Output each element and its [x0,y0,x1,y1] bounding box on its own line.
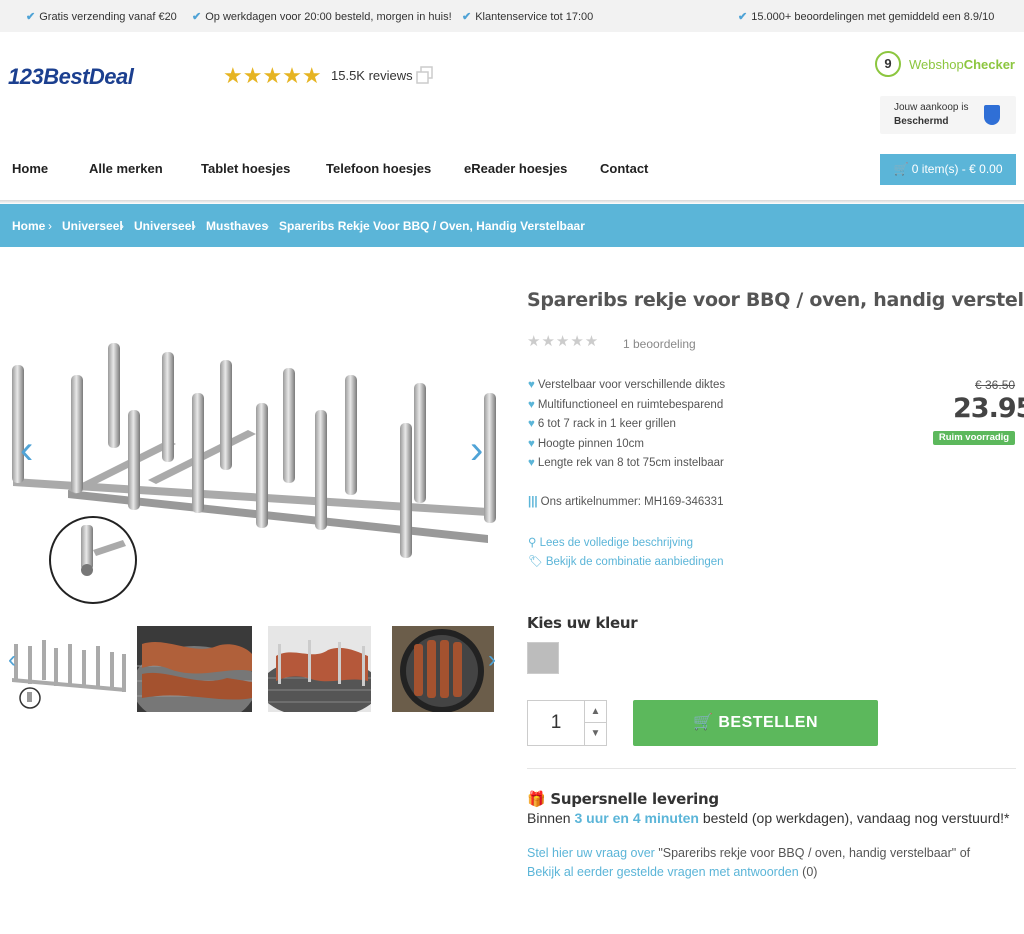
nav-tablet-cases[interactable]: Tablet hoesjes [201,161,290,176]
cart-button[interactable]: 🛒 0 item(s) - € 0.00 [880,154,1016,185]
copy-icon [416,66,433,84]
color-label: Kies uw kleur [527,614,638,632]
webshopchecker-score[interactable]: 9 [875,51,901,77]
ask-question-link[interactable]: Stel hier uw vraag over [527,846,655,860]
quantity-stepper[interactable]: 1 ▲ ▼ [527,700,607,746]
nav-contact[interactable]: Contact [600,161,648,176]
quantity-input[interactable]: 1 [528,701,584,745]
barcode-icon: ||| [528,496,538,508]
review-count[interactable]: 1 beoordeling [623,337,696,351]
heart-icon: ♥ [528,438,535,450]
heart-icon: ♥ [528,457,535,469]
gift-icon: 🎁 [527,790,546,808]
breadcrumb-item[interactable]: Musthaves [206,219,268,233]
feature-item: ♥ 6 tot 7 rack in 1 keer grillen [528,418,676,430]
shipping-deadline: Binnen 3 uur en 4 minuten besteld (op we… [527,810,1010,826]
shipping-countdown: 3 uur en 4 minuten [574,810,699,826]
feature-item: ♥ Multifunctioneel en ruimtebesparend [528,399,724,411]
old-price: € 36.50 [975,378,1016,392]
heart-icon: ♥ [528,379,535,391]
breadcrumb-current: Spareribs Rekje Voor BBQ / Oven, Handig … [279,219,585,233]
breadcrumb-separator: › [120,219,124,233]
thumbnail-3[interactable] [268,626,371,712]
image-next-arrow[interactable]: › [470,428,483,473]
usp-bar: ✔ Gratis verzending vanaf €20 ✔ Op werkdag… [0,0,1024,32]
webshopchecker-logo[interactable]: WebshopChecker [909,57,1015,72]
thumbnail-2[interactable] [137,626,252,712]
shield-icon [984,105,1000,125]
thumbnail-4[interactable] [392,626,494,712]
stock-badge: Ruim voorradig [933,431,1015,445]
feature-item: ♥ Hoogte pinnen 10cm [528,438,644,450]
breadcrumb-item[interactable]: Universeel [134,219,195,233]
nav-phone-cases[interactable]: Telefoon hoesjes [326,161,431,176]
breadcrumb-item[interactable]: Home [12,219,45,233]
ask-question-line: Stel hier uw vraag over "Spareribs rekje… [527,846,971,860]
breadcrumb-item[interactable]: Universeel [62,219,123,233]
search-icon: ⚲ [528,537,537,549]
article-number: ||| Ons artikelnummer: MH169-346331 [528,496,724,508]
purchase-protection-badge[interactable]: Jouw aankoop is Beschermd [880,96,1016,134]
usp-item: ✔ 15.000+ beoordelingen met gemiddeld een… [738,11,995,23]
full-description-link[interactable]: ⚲ Lees de volledige beschrijving [528,535,693,549]
thumbnail-next-arrow[interactable]: › [488,646,496,674]
nav-ereader-cases[interactable]: eReader hoesjes [464,161,567,176]
breadcrumb-separator: › [265,219,269,233]
check-icon: ✔ [26,11,36,23]
nav-home[interactable]: Home [12,161,48,176]
product-title: Spareribs rekje voor BBQ / oven, handig … [527,289,1024,311]
usp-item: ✔ Klantenservice tot 17:00 [462,11,594,23]
nav-all-brands[interactable]: Alle merken [89,161,163,176]
divider [527,768,1016,769]
quantity-decrease-button[interactable]: ▼ [584,723,606,745]
thumbnail-prev-arrow[interactable]: ‹ [8,646,16,674]
view-questions-line: Bekijk al eerder gestelde vragen met ant… [527,865,818,879]
current-price: 23.95 [953,393,1024,424]
cart-icon: 🛒 [893,162,909,176]
check-icon: ✔ [192,11,202,23]
check-icon: ✔ [738,11,748,23]
reviews-count[interactable]: 15.5K reviews [331,68,413,83]
check-icon: ✔ [462,11,472,23]
site-logo[interactable]: 123BestDeal [8,64,134,90]
tag-icon: 🏷 [528,556,543,568]
thumbnail-1[interactable] [8,626,130,712]
product-main-image[interactable] [8,330,498,610]
quantity-increase-button[interactable]: ▲ [584,701,606,723]
heart-icon: ♥ [528,418,535,430]
usp-item: ✔ Gratis verzending vanaf €20 [26,11,177,23]
cart-icon: 🛒 [693,714,714,731]
protection-label: Jouw aankoop is [894,102,969,113]
breadcrumb-separator: › [48,219,52,233]
image-prev-arrow[interactable]: ‹ [20,428,33,473]
review-stars[interactable]: ★★★★★ [527,332,599,350]
breadcrumb-separator: › [192,219,196,233]
order-button[interactable]: 🛒 BESTELLEN [633,700,878,746]
feature-item: ♥ Lengte rek van 8 tot 75cm instelbaar [528,457,724,469]
usp-item: ✔ Op werkdagen voor 20:00 besteld, morgen… [192,11,452,23]
rating-stars-glyphs: ★★★★★ [223,63,322,88]
feature-item: ♥ Verstelbaar voor verschillende diktes [528,379,726,391]
shipping-heading: 🎁 Supersnelle levering [527,790,719,808]
protection-status: Beschermd [894,116,949,127]
breadcrumb: Home › Universeel › Universeel › Musthav… [0,204,1024,247]
rating-stars: ★★★★★ [223,63,322,89]
color-swatch[interactable] [527,642,559,674]
view-questions-link[interactable]: Bekijk al eerder gestelde vragen met ant… [527,865,799,879]
cart-summary: 0 item(s) - € 0.00 [911,162,1003,176]
heart-icon: ♥ [528,399,535,411]
combination-offers-link[interactable]: 🏷 Bekijk de combinatie aanbiedingen [528,554,724,568]
